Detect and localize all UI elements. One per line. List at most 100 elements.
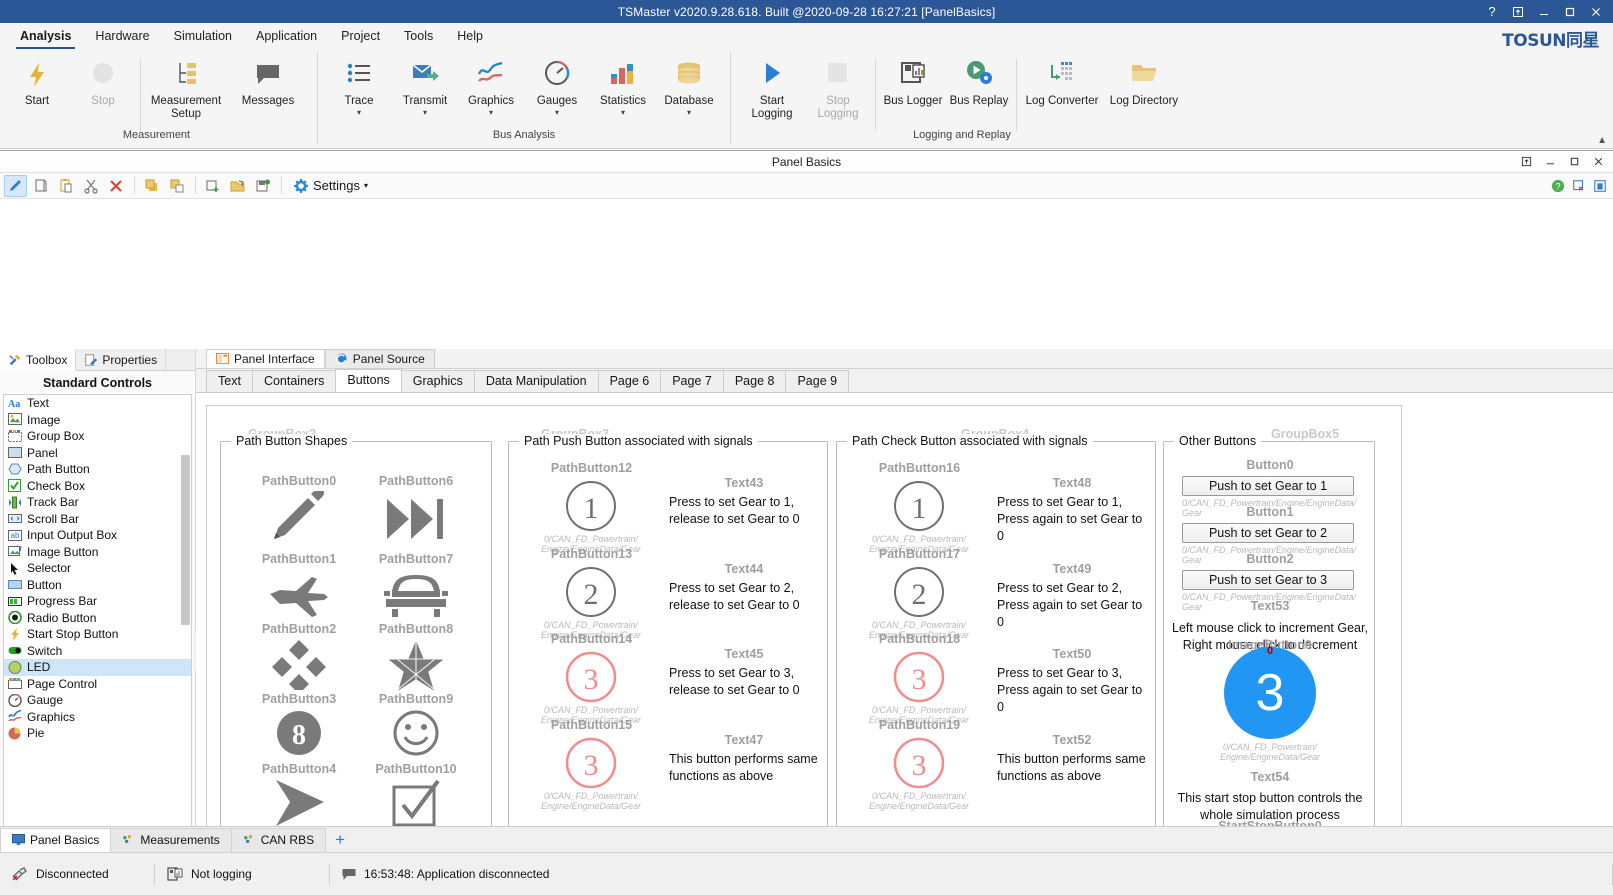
ribbon-bus-logger-button[interactable]: Bus Logger bbox=[880, 53, 946, 108]
pathbutton9-shape[interactable] bbox=[376, 707, 456, 759]
push-gear-3-button[interactable]: Push to set Gear to 3 bbox=[1182, 570, 1354, 590]
doc-tab-can-rbs[interactable]: CAN RBS bbox=[230, 828, 327, 852]
page-tab-page-7[interactable]: Page 7 bbox=[660, 370, 724, 392]
chevron-down-icon[interactable]: ▾ bbox=[555, 109, 559, 117]
ribbon-start-logging-button[interactable]: Start Logging bbox=[739, 53, 805, 121]
ribbon-log-directory-button[interactable]: Log Directory bbox=[1103, 53, 1185, 108]
panel-close-icon[interactable] bbox=[1587, 153, 1609, 171]
push-gear-2-button[interactable]: Push to set Gear to 2 bbox=[1182, 523, 1354, 543]
tab-panel-source[interactable]: Panel Source bbox=[324, 349, 435, 368]
panel-minimize-icon[interactable] bbox=[1539, 153, 1561, 171]
pathbutton8-shape[interactable] bbox=[376, 637, 456, 691]
pathbutton0-shape[interactable] bbox=[259, 490, 339, 548]
control-item-group-box[interactable]: Group Box bbox=[4, 428, 191, 445]
page-tab-containers[interactable]: Containers bbox=[251, 370, 337, 392]
control-item-image[interactable]: Image bbox=[4, 412, 191, 429]
help-icon[interactable]: ? bbox=[1479, 0, 1505, 23]
ribbon-measurement-setup-button[interactable]: Measurement Setup bbox=[145, 53, 227, 121]
ribbon-log-converter-button[interactable]: Log Converter bbox=[1021, 53, 1103, 108]
ribbon-stop-button[interactable]: Stop bbox=[70, 53, 136, 108]
doc-tab-panel-basics[interactable]: Panel Basics bbox=[0, 828, 112, 852]
page-tab-data-manipulation[interactable]: Data Manipulation bbox=[473, 370, 599, 392]
restore-icon[interactable] bbox=[1505, 0, 1531, 23]
pathbutton3-shape[interactable]: 8 bbox=[259, 707, 339, 759]
panel-maximize-icon[interactable] bbox=[1563, 153, 1585, 171]
menu-item-hardware[interactable]: Hardware bbox=[83, 25, 161, 47]
add-tab-button[interactable]: + bbox=[325, 828, 355, 852]
control-item-pie[interactable]: Pie bbox=[4, 725, 191, 742]
control-item-scroll-bar[interactable]: Scroll Bar bbox=[4, 511, 191, 528]
pathbutton4-shape[interactable] bbox=[259, 777, 339, 829]
pathbutton2-shape[interactable] bbox=[259, 638, 339, 690]
control-item-gauge[interactable]: Gauge bbox=[4, 692, 191, 709]
panel-restore-icon[interactable] bbox=[1515, 153, 1537, 171]
pathbutton12-shape[interactable]: 1 bbox=[561, 478, 621, 533]
chevron-down-icon[interactable]: ▾ bbox=[364, 181, 368, 190]
control-item-switch[interactable]: Switch bbox=[4, 643, 191, 660]
minimize-icon[interactable] bbox=[1531, 0, 1557, 23]
control-item-led[interactable]: LED bbox=[4, 659, 191, 676]
control-item-check-box[interactable]: Check Box bbox=[4, 478, 191, 495]
ribbon-database-button[interactable]: Database ▾ bbox=[656, 53, 722, 117]
control-item-input-output-box[interactable]: ab Input Output Box bbox=[4, 527, 191, 544]
control-item-panel[interactable]: Panel bbox=[4, 445, 191, 462]
pathbutton6-shape[interactable] bbox=[376, 490, 456, 548]
pathbutton16-shape[interactable]: 1 bbox=[889, 478, 949, 533]
pathbutton10-shape[interactable] bbox=[376, 777, 456, 829]
menu-item-application[interactable]: Application bbox=[244, 25, 329, 47]
tab-panel-interface[interactable]: Panel Interface bbox=[206, 349, 325, 368]
image-button-gear[interactable]: 0 3 bbox=[1224, 645, 1316, 739]
help-green-icon[interactable]: ? bbox=[1551, 179, 1565, 193]
pathbutton14-shape[interactable]: 3 bbox=[561, 649, 621, 704]
control-item-button[interactable]: Button bbox=[4, 577, 191, 594]
ribbon-collapse-icon[interactable]: ▲ bbox=[1597, 135, 1607, 146]
menu-item-analysis[interactable]: Analysis bbox=[8, 25, 83, 49]
control-item-radio-button[interactable]: Radio Button bbox=[4, 610, 191, 627]
bring-to-front-icon[interactable] bbox=[140, 175, 163, 197]
control-item-progress-bar[interactable]: Progress Bar bbox=[4, 593, 191, 610]
chevron-down-icon[interactable]: ▾ bbox=[489, 109, 493, 117]
page-tab-text[interactable]: Text bbox=[206, 370, 253, 392]
page-tab-buttons[interactable]: Buttons bbox=[335, 369, 402, 392]
control-item-start-stop-button[interactable]: Start Stop Button bbox=[4, 626, 191, 643]
delete-x-icon[interactable] bbox=[104, 175, 127, 197]
ribbon-gauges-button[interactable]: Gauges ▾ bbox=[524, 53, 590, 117]
ribbon-graphics-button[interactable]: Graphics ▾ bbox=[458, 53, 524, 117]
dock-tab-toolbox[interactable]: Toolbox bbox=[0, 349, 77, 371]
close-icon[interactable] bbox=[1583, 0, 1609, 23]
copy-icon[interactable] bbox=[29, 175, 52, 197]
control-item-track-bar[interactable]: Track Bar bbox=[4, 494, 191, 511]
cut-scissors-icon[interactable] bbox=[79, 175, 102, 197]
menu-item-simulation[interactable]: Simulation bbox=[162, 25, 244, 47]
doc-tab-measurements[interactable]: Measurements bbox=[110, 828, 232, 852]
menu-item-project[interactable]: Project bbox=[329, 25, 392, 47]
ribbon-stop-logging-button[interactable]: Stop Logging bbox=[805, 53, 871, 121]
chevron-down-icon[interactable]: ▾ bbox=[357, 109, 361, 117]
pathbutton17-shape[interactable]: 2 bbox=[889, 564, 949, 619]
ribbon-messages-button[interactable]: Messages bbox=[227, 53, 309, 108]
push-gear-1-button[interactable]: Push to set Gear to 1 bbox=[1182, 476, 1354, 496]
page-tab-page-8[interactable]: Page 8 bbox=[722, 370, 787, 392]
page-tab-graphics[interactable]: Graphics bbox=[400, 370, 475, 392]
export-panel-icon[interactable] bbox=[1593, 179, 1607, 193]
send-to-back-icon[interactable] bbox=[165, 175, 188, 197]
pathbutton7-shape[interactable] bbox=[376, 568, 456, 620]
control-item-page-control[interactable]: Page Control bbox=[4, 676, 191, 693]
maximize-icon[interactable] bbox=[1557, 0, 1583, 23]
control-item-selector[interactable]: Selector bbox=[4, 560, 191, 577]
pathbutton15-shape[interactable]: 3 bbox=[561, 735, 621, 790]
save-panel-icon[interactable] bbox=[251, 175, 274, 197]
ribbon-transmit-button[interactable]: Transmit ▾ bbox=[392, 53, 458, 117]
new-panel-icon[interactable] bbox=[201, 175, 224, 197]
chevron-down-icon[interactable]: ▾ bbox=[687, 109, 691, 117]
settings-button[interactable]: Settings ▾ bbox=[287, 176, 374, 196]
ribbon-trace-button[interactable]: Trace ▾ bbox=[326, 53, 392, 117]
chevron-down-icon[interactable]: ▾ bbox=[621, 109, 625, 117]
page-tab-page-6[interactable]: Page 6 bbox=[597, 370, 662, 392]
open-panel-icon[interactable] bbox=[226, 175, 249, 197]
edit-pencil-icon[interactable] bbox=[4, 174, 27, 197]
close-panel-icon[interactable] bbox=[1572, 179, 1586, 193]
pathbutton19-shape[interactable]: 3 bbox=[889, 735, 949, 790]
control-item-graphics[interactable]: Graphics bbox=[4, 709, 191, 726]
control-item-text[interactable]: Aa Text bbox=[4, 395, 191, 412]
